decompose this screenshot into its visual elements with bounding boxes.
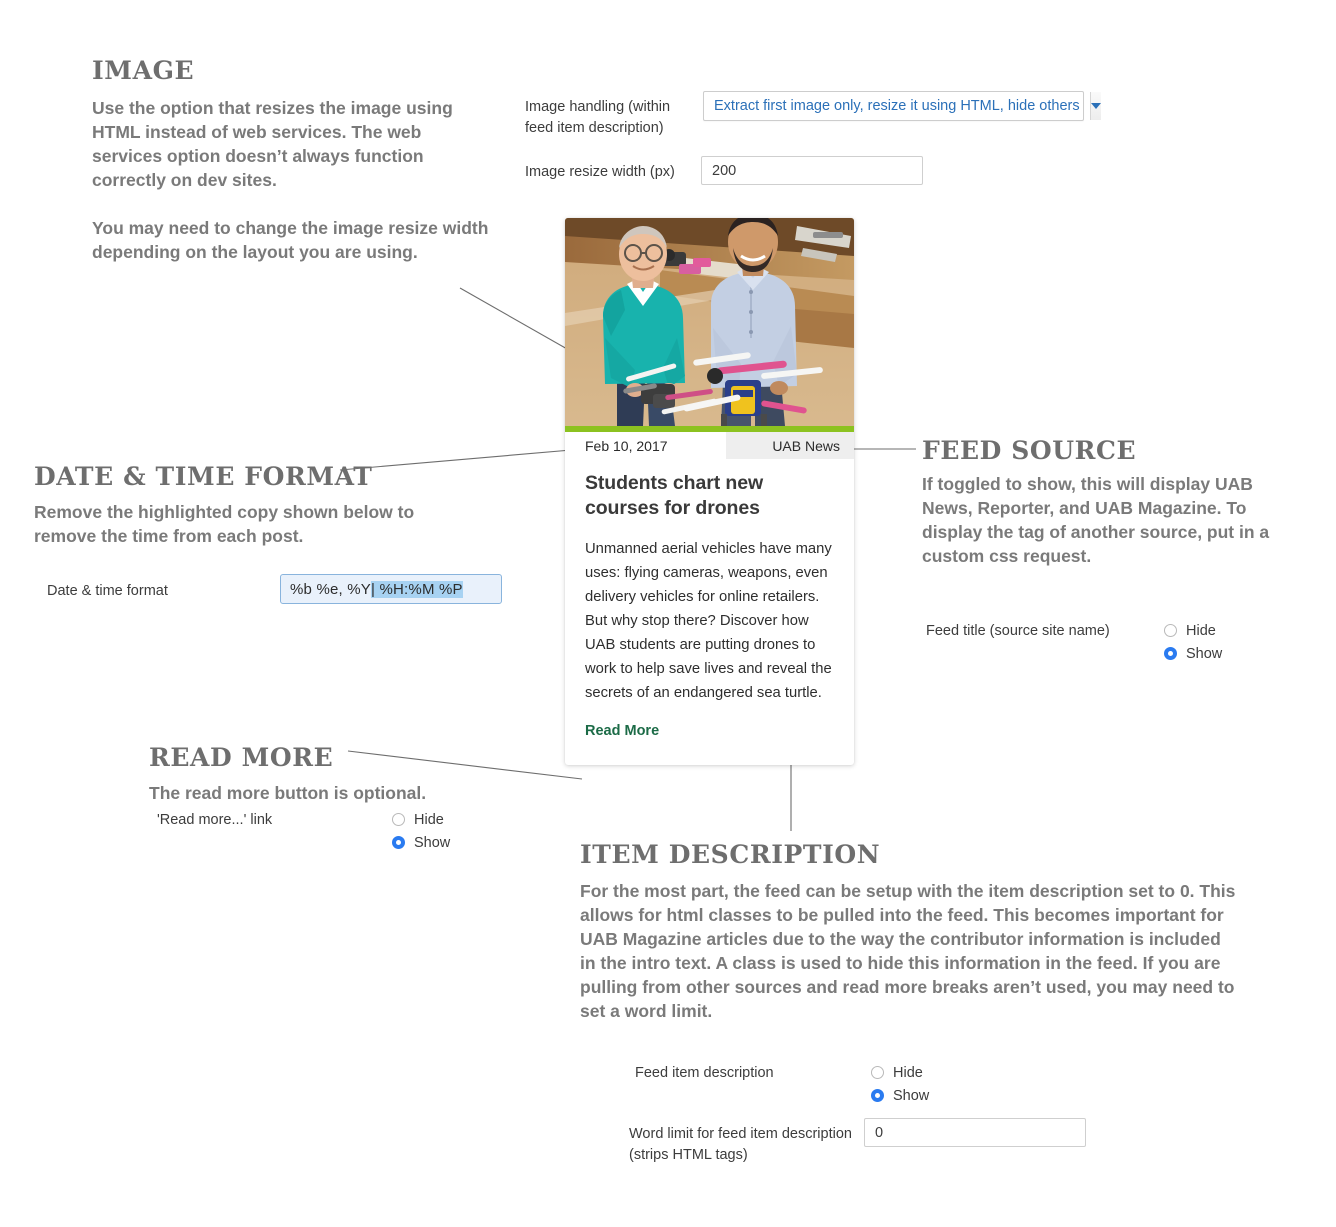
radio-feed-title-hide[interactable]: Hide	[1164, 619, 1222, 642]
section-body-image-2: You may need to change the image resize …	[92, 218, 489, 262]
radio-read-more-hide[interactable]: Hide	[392, 808, 450, 831]
label-word-limit: Word limit for feed item description (st…	[629, 1124, 869, 1166]
radio-label-hide: Hide	[414, 811, 444, 828]
label-word-limit-line1: Word limit for feed item description	[629, 1126, 852, 1142]
radio-label-hide: Hide	[1186, 622, 1216, 639]
label-read-more-link: 'Read more...' link	[157, 812, 273, 828]
label-date-time-format: Date & time format	[47, 583, 168, 599]
input-image-resize-width[interactable]: 200	[701, 156, 923, 185]
select-image-handling[interactable]: Extract first image only, resize it usin…	[703, 91, 1101, 121]
input-date-time-format[interactable]: %b %e, %Y | %H:%M %P	[280, 574, 502, 604]
radio-label-show: Show	[893, 1087, 930, 1104]
section-heading-read-more: READ MORE	[149, 743, 334, 772]
label-feed-item-description: Feed item description	[635, 1065, 774, 1081]
radio-circle-selected-icon	[871, 1089, 884, 1102]
section-heading-item-description: ITEM DESCRIPTION	[580, 840, 881, 869]
radio-group-feed-title[interactable]: Hide Show	[1164, 619, 1222, 665]
radio-circle-selected-icon	[1164, 647, 1177, 660]
section-heading-date-time: DATE & TIME FORMAT	[34, 462, 373, 491]
label-image-resize-width: Image resize width (px)	[525, 164, 675, 180]
radio-circle-icon	[871, 1066, 884, 1079]
date-time-format-selected: | %H:%M %P	[371, 580, 463, 598]
label-feed-title: Feed title (source site name)	[926, 623, 1110, 639]
feed-item-preview-card: Feb 10, 2017 UAB News Students chart new…	[565, 218, 854, 765]
label-image-handling: Image handling (within feed item descrip…	[525, 99, 671, 136]
radio-group-read-more-link[interactable]: Hide Show	[392, 808, 450, 854]
radio-label-hide: Hide	[893, 1064, 923, 1081]
select-image-handling-value: Extract first image only, resize it usin…	[714, 98, 1080, 114]
section-heading-image: IMAGE	[92, 56, 195, 85]
radio-circle-selected-icon	[392, 836, 405, 849]
radio-circle-icon	[1164, 624, 1177, 637]
chevron-down-icon[interactable]	[1089, 92, 1101, 120]
input-word-limit[interactable]: 0	[864, 1118, 1086, 1147]
card-meta-row: Feb 10, 2017 UAB News	[565, 432, 854, 459]
section-body-date-time: Remove the highlighted copy shown below …	[34, 502, 415, 546]
section-heading-feed-source: FEED SOURCE	[922, 436, 1137, 465]
radio-label-show: Show	[414, 834, 451, 851]
section-body-image-1: Use the option that resizes the image us…	[92, 98, 453, 190]
radio-label-show: Show	[1186, 645, 1223, 662]
section-body-feed-source: If toggled to show, this will display UA…	[922, 474, 1270, 566]
radio-group-feed-item-description[interactable]: Hide Show	[871, 1061, 929, 1107]
card-read-more-link[interactable]: Read More	[565, 705, 854, 765]
radio-feed-title-show[interactable]: Show	[1164, 642, 1222, 665]
radio-feed-item-description-show[interactable]: Show	[871, 1084, 929, 1107]
label-word-limit-line2: (strips HTML tags)	[629, 1147, 748, 1163]
radio-read-more-show[interactable]: Show	[392, 831, 450, 854]
annotated-settings-screenshot: IMAGE Use the option that resizes the im…	[0, 0, 1336, 1227]
card-description: Unmanned aerial vehicles have many uses:…	[585, 541, 832, 701]
card-source-tag: UAB News	[726, 432, 854, 459]
date-time-format-plain: %b %e, %Y	[290, 580, 372, 598]
radio-feed-item-description-hide[interactable]: Hide	[871, 1061, 929, 1084]
card-title[interactable]: Students chart new courses for drones	[565, 459, 854, 521]
card-photo	[565, 218, 854, 426]
radio-circle-icon	[392, 813, 405, 826]
section-body-read-more: The read more button is optional.	[149, 783, 427, 803]
section-body-item-description: For the most part, the feed can be setup…	[580, 881, 1236, 1021]
card-date: Feb 10, 2017	[585, 437, 668, 454]
